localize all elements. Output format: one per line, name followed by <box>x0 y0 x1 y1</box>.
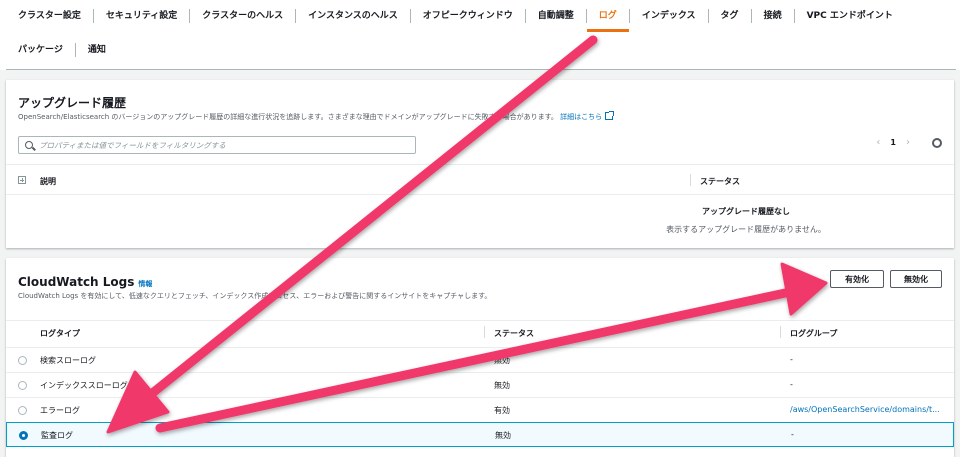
upgrade-history-description: OpenSearch/Elasticsearch のバージョンのアップグレード履… <box>18 111 615 122</box>
tab-instance-health[interactable]: インスタンスのヘルス <box>296 9 411 23</box>
log-row-audit[interactable]: 監査ログ 無効 - <box>6 422 954 447</box>
column-header-status[interactable]: ステータス <box>494 328 534 339</box>
cloudwatch-logs-panel: CloudWatch Logs 情報 CloudWatch Logs を有効にして… <box>6 258 954 457</box>
gear-icon[interactable] <box>932 137 942 148</box>
cloudwatch-logs-description: CloudWatch Logs を有効にして、低速なクエリとフェッチ、インデック… <box>18 292 492 300</box>
log-type: 監査ログ <box>41 431 73 440</box>
tab-connections[interactable]: 接続 <box>752 9 795 23</box>
disable-button[interactable]: 無効化 <box>890 270 942 288</box>
tab-auto-tune[interactable]: 自動調整 <box>526 9 587 23</box>
info-link[interactable]: 情報 <box>138 280 152 288</box>
log-row-error[interactable]: エラーログ 有効 /aws/OpenSearchService/domains/… <box>6 397 954 422</box>
log-group: - <box>791 430 794 439</box>
search-input[interactable] <box>39 140 399 151</box>
log-type: エラーログ <box>40 406 80 415</box>
expand-icon[interactable] <box>18 176 26 184</box>
log-status: 無効 <box>495 431 511 440</box>
tab-vpc-endpoints[interactable]: VPC エンドポイント <box>795 9 905 23</box>
tab-security-settings[interactable]: セキュリティ設定 <box>94 9 191 23</box>
column-separator <box>690 174 691 186</box>
upgrade-history-description-text: OpenSearch/Elasticsearch のバージョンのアップグレード履… <box>18 113 558 121</box>
log-group-link[interactable]: /aws/OpenSearchService/domains/t... <box>790 405 948 414</box>
upgrade-history-title: アップグレード履歴 <box>18 96 127 110</box>
empty-state-title: アップグレード履歴なし <box>702 207 790 216</box>
page-number[interactable]: 1 <box>890 138 896 147</box>
column-header-log-type[interactable]: ログタイプ <box>40 328 80 339</box>
external-link-icon <box>605 111 615 120</box>
radio-button[interactable] <box>18 406 27 415</box>
radio-button[interactable] <box>18 381 27 390</box>
log-type: 検索スローログ <box>40 356 96 365</box>
tab-notifications[interactable]: 通知 <box>76 43 118 57</box>
filter-search-box[interactable] <box>18 136 416 154</box>
tab-cluster-settings[interactable]: クラスター設定 <box>6 9 94 23</box>
tab-off-peak-window[interactable]: オフピークウィンドウ <box>411 9 526 23</box>
log-status: 無効 <box>494 381 510 390</box>
tab-indices[interactable]: インデックス <box>630 9 709 23</box>
chevron-right-icon[interactable]: › <box>906 137 910 148</box>
table-divider <box>6 320 954 321</box>
column-header-log-group[interactable]: ロググループ <box>790 328 837 339</box>
column-separator <box>780 326 781 338</box>
radio-button[interactable] <box>18 356 27 365</box>
chevron-left-icon[interactable]: ‹ <box>876 137 880 148</box>
learn-more-label: 詳細はこちら <box>560 113 603 121</box>
tab-bar: クラスター設定 セキュリティ設定 クラスターのヘルス インスタンスのヘルス オフ… <box>0 0 960 70</box>
table-divider <box>6 194 954 195</box>
enable-button[interactable]: 有効化 <box>830 270 884 288</box>
learn-more-link[interactable]: 詳細はこちら <box>560 111 615 121</box>
tab-row-2: パッケージ 通知 <box>6 34 118 66</box>
search-icon <box>25 141 33 149</box>
log-status: 無効 <box>494 356 510 365</box>
table-divider <box>6 164 954 165</box>
log-row-index-slow[interactable]: インデックススローログ 無効 - <box>6 372 954 397</box>
radio-button-selected[interactable] <box>19 431 28 440</box>
tabs-divider <box>6 69 956 70</box>
empty-state-description: 表示するアップグレード履歴がありません。 <box>666 225 826 234</box>
cloudwatch-logs-title: CloudWatch Logs 情報 <box>18 275 152 289</box>
tab-packages[interactable]: パッケージ <box>6 43 76 57</box>
tab-cluster-health[interactable]: クラスターのヘルス <box>190 9 297 23</box>
log-status: 有効 <box>494 406 510 415</box>
tab-tags[interactable]: タグ <box>709 9 752 23</box>
pagination: ‹ 1 › <box>876 137 942 148</box>
column-separator <box>484 326 485 338</box>
log-group: - <box>790 355 793 364</box>
column-header-status[interactable]: ステータス <box>700 176 740 187</box>
log-group: - <box>790 380 793 389</box>
tab-row-1: クラスター設定 セキュリティ設定 クラスターのヘルス インスタンスのヘルス オフ… <box>6 0 905 32</box>
tab-logs[interactable]: ログ <box>586 9 630 32</box>
column-header-description[interactable]: 説明 <box>40 176 56 187</box>
log-type: インデックススローログ <box>40 381 128 390</box>
cloudwatch-logs-title-text: CloudWatch Logs <box>18 275 135 289</box>
upgrade-history-panel: アップグレード履歴 OpenSearch/Elasticsearch のバージョ… <box>6 80 954 248</box>
log-row-search-slow[interactable]: 検索スローログ 無効 - <box>6 347 954 372</box>
